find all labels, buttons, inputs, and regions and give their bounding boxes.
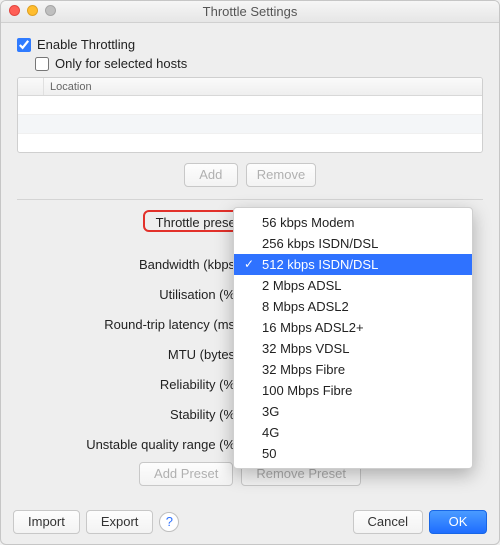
reliability-label: Reliability (%): — [17, 377, 249, 392]
mtu-label: MTU (bytes): — [17, 347, 249, 362]
preset-option[interactable]: 8 Mbps ADSL2 — [234, 296, 472, 317]
throttle-preset-label: Throttle preset: — [17, 215, 245, 230]
cancel-button[interactable]: Cancel — [353, 510, 423, 534]
zoom-icon — [45, 5, 56, 16]
bandwidth-label: Bandwidth (kbps): — [17, 257, 249, 272]
remove-host-button[interactable]: Remove — [246, 163, 316, 187]
window-title: Throttle Settings — [203, 4, 298, 19]
preset-option[interactable]: 100 Mbps Fibre — [234, 380, 472, 401]
import-button[interactable]: Import — [13, 510, 80, 534]
divider — [17, 199, 483, 200]
help-button[interactable]: ? — [159, 512, 179, 532]
enable-throttling-label: Enable Throttling — [37, 37, 135, 52]
preset-option[interactable]: 16 Mbps ADSL2+ — [234, 317, 472, 338]
unstable-range-label: Unstable quality range (%): — [17, 437, 249, 452]
preset-option[interactable]: 256 kbps ISDN/DSL — [234, 233, 472, 254]
hosts-body — [18, 96, 482, 153]
preset-option[interactable]: 512 kbps ISDN/DSL — [234, 254, 472, 275]
titlebar: Throttle Settings — [1, 1, 499, 23]
minimize-icon[interactable] — [27, 5, 38, 16]
throttle-preset-dropdown[interactable]: 56 kbps Modem256 kbps ISDN/DSL512 kbps I… — [233, 207, 473, 469]
enable-throttling-checkbox[interactable] — [17, 38, 31, 52]
hosts-col-location: Location — [44, 81, 92, 93]
ok-button[interactable]: OK — [429, 510, 487, 534]
preset-option[interactable]: 2 Mbps ADSL — [234, 275, 472, 296]
bottom-bar: Import Export ? Cancel OK — [13, 510, 487, 534]
export-button[interactable]: Export — [86, 510, 154, 534]
preset-option[interactable]: 3G — [234, 401, 472, 422]
close-icon[interactable] — [9, 5, 20, 16]
add-host-button[interactable]: Add — [184, 163, 238, 187]
hosts-header: Location — [18, 78, 482, 96]
preset-option[interactable]: 4G — [234, 422, 472, 443]
window-controls — [9, 5, 56, 16]
stability-label: Stability (%): — [17, 407, 249, 422]
throttle-settings-window: Throttle Settings Enable Throttling Only… — [0, 0, 500, 545]
only-selected-hosts-checkbox[interactable] — [35, 57, 49, 71]
preset-option[interactable]: 32 Mbps Fibre — [234, 359, 472, 380]
preset-option[interactable]: 50 — [234, 443, 472, 464]
preset-option[interactable]: 32 Mbps VDSL — [234, 338, 472, 359]
preset-option[interactable]: 56 kbps Modem — [234, 212, 472, 233]
only-selected-hosts-label: Only for selected hosts — [55, 56, 187, 71]
utilisation-label: Utilisation (%): — [17, 287, 249, 302]
add-preset-button[interactable]: Add Preset — [139, 462, 233, 486]
hosts-table[interactable]: Location — [17, 77, 483, 153]
latency-label: Round-trip latency (ms): — [17, 317, 249, 332]
